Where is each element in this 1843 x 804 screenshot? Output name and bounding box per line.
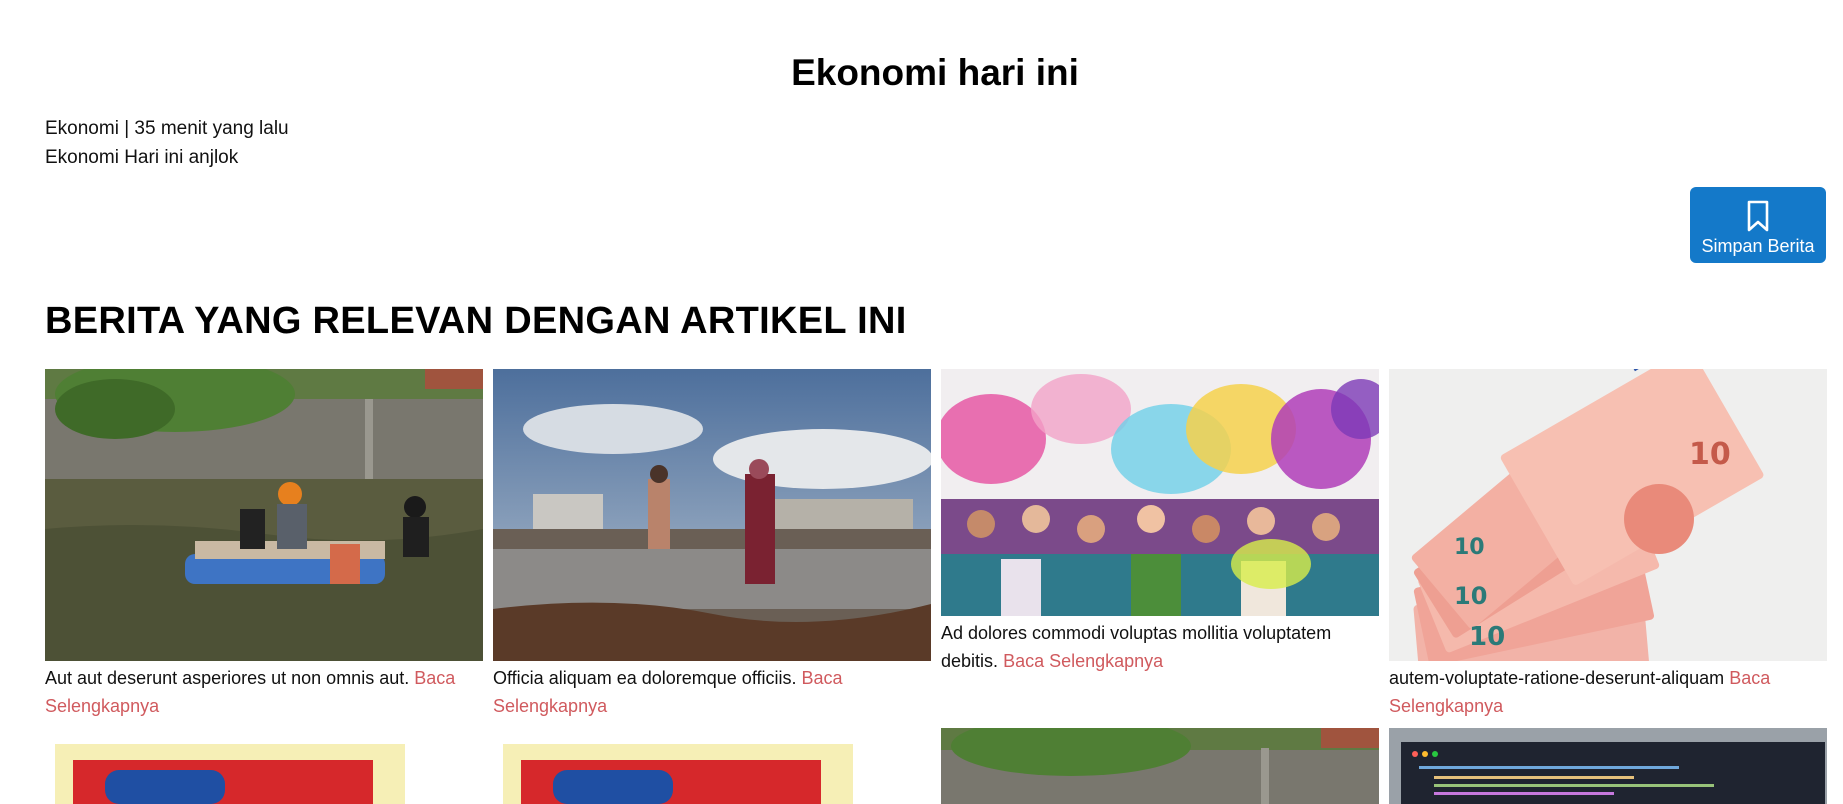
news-caption: Ad dolores commodi voluptas mollitia vol… bbox=[941, 619, 1379, 675]
news-card bbox=[493, 744, 931, 804]
svg-text:10: 10 bbox=[1454, 535, 1485, 560]
news-title: Aut aut deserunt asperiores ut non omnis… bbox=[45, 668, 410, 688]
news-image[interactable] bbox=[493, 369, 931, 661]
news-title: Officia aliquam ea doloremque officiis. bbox=[493, 668, 797, 688]
news-caption: autem-voluptate-ratione-deserunt-aliquam… bbox=[1389, 664, 1827, 720]
svg-text:10: 10 bbox=[1689, 437, 1731, 472]
news-image[interactable]: 10 10 10 10 bbox=[1389, 369, 1827, 661]
news-caption: Officia aliquam ea doloremque officiis. … bbox=[493, 664, 931, 720]
save-news-button[interactable]: Simpan Berita bbox=[1690, 187, 1826, 263]
article-meta: Ekonomi | 35 menit yang lalu Ekonomi Har… bbox=[45, 114, 289, 172]
news-card bbox=[1389, 728, 1827, 804]
bookmark-icon bbox=[1747, 200, 1769, 231]
news-card bbox=[941, 728, 1379, 804]
page-title: Ekonomi hari ini bbox=[791, 52, 1079, 93]
save-news-label: Simpan Berita bbox=[1701, 235, 1815, 256]
related-news-heading: BERITA YANG RELEVAN DENGAN ARTIKEL INI bbox=[45, 300, 907, 342]
news-card: Ad dolores commodi voluptas mollitia vol… bbox=[941, 369, 1379, 675]
news-image[interactable] bbox=[941, 369, 1379, 616]
news-card: Officia aliquam ea doloremque officiis. … bbox=[493, 369, 931, 720]
news-card: 10 10 10 10 autem-voluptate-ratione-dese… bbox=[1389, 369, 1827, 720]
svg-text:10: 10 bbox=[1454, 582, 1487, 610]
news-caption: Aut aut deserunt asperiores ut non omnis… bbox=[45, 664, 483, 720]
news-image[interactable] bbox=[941, 728, 1379, 804]
news-title: autem-voluptate-ratione-deserunt-aliquam bbox=[1389, 668, 1725, 688]
news-card: Aut aut deserunt asperiores ut non omnis… bbox=[45, 369, 483, 720]
news-image[interactable] bbox=[1389, 728, 1827, 804]
news-image[interactable] bbox=[45, 369, 483, 661]
news-card bbox=[45, 744, 483, 804]
article-category-time: Ekonomi | 35 menit yang lalu bbox=[45, 118, 289, 139]
article-body: Ekonomi Hari ini anjlok bbox=[45, 147, 239, 168]
read-more-link[interactable]: Baca Selengkapnya bbox=[1003, 651, 1163, 671]
news-image[interactable] bbox=[493, 744, 931, 804]
news-image[interactable] bbox=[45, 744, 483, 804]
svg-text:10: 10 bbox=[1469, 622, 1505, 652]
